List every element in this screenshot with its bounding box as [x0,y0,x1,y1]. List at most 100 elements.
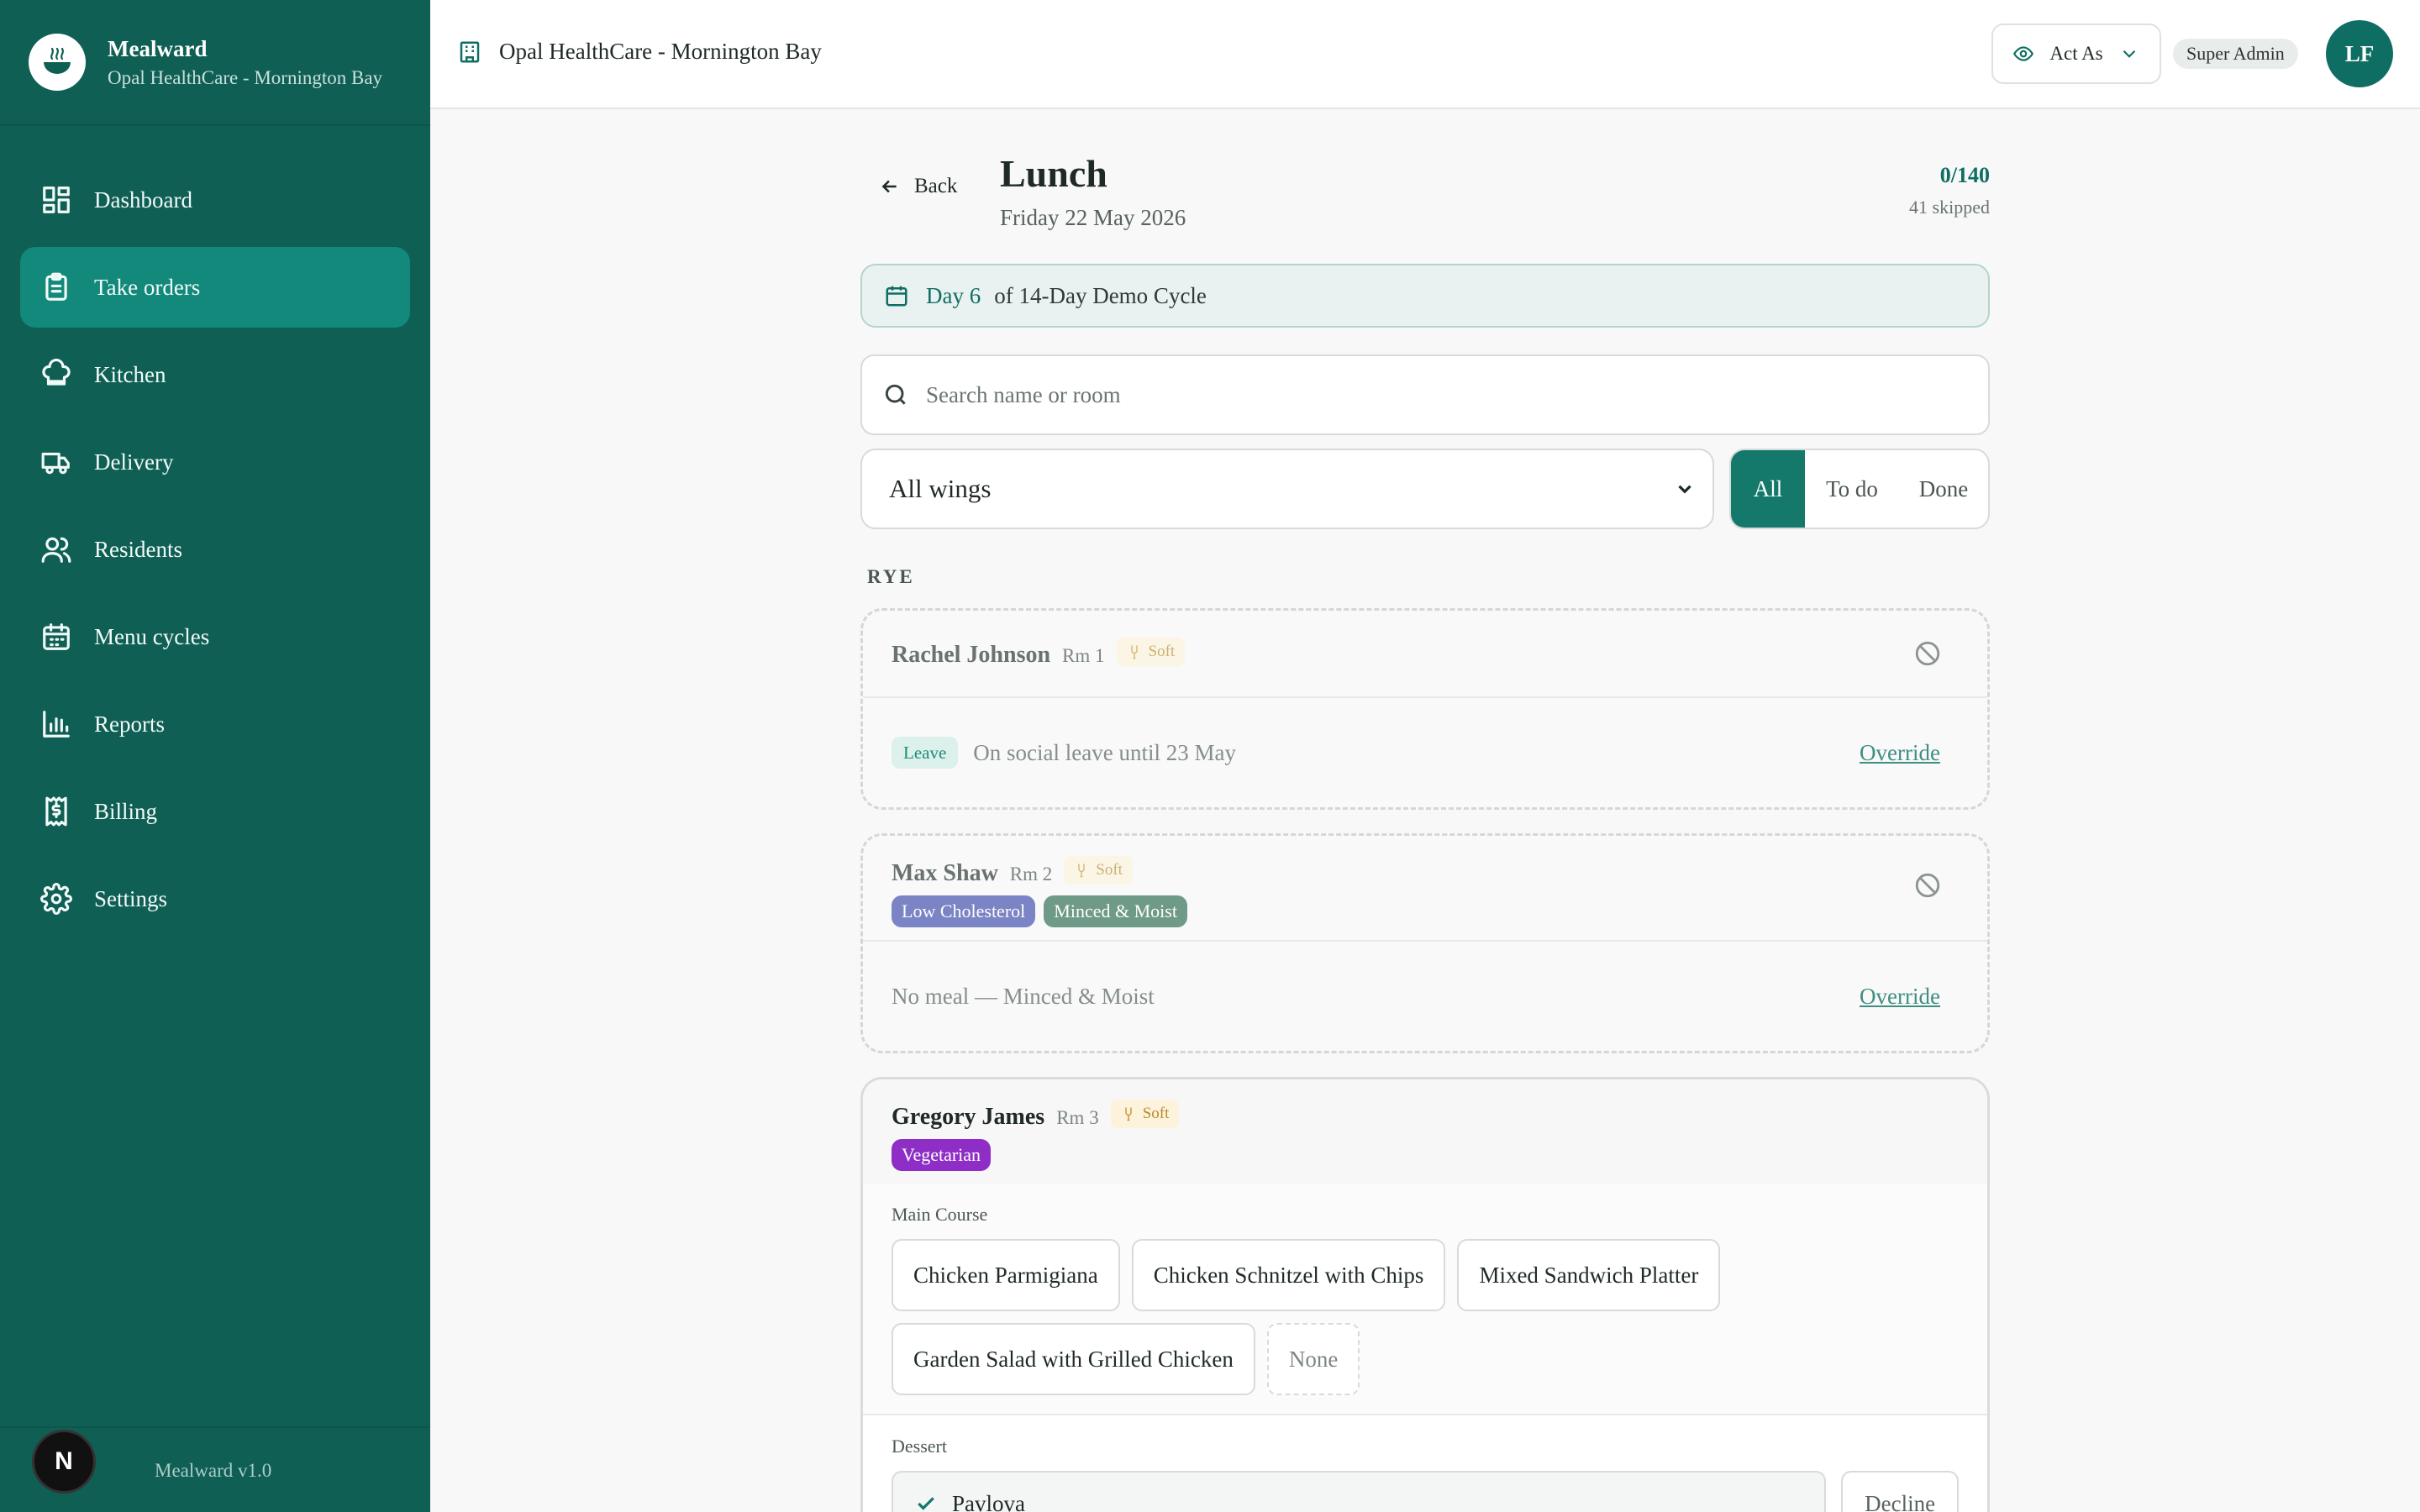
texture-badge: Soft [1116,638,1186,666]
meal-option[interactable]: Garden Salad with Grilled Chicken [892,1323,1255,1395]
dev-badge[interactable]: N [32,1430,96,1494]
building-icon [460,41,480,62]
sidebar-item-residents[interactable]: Residents [20,509,410,590]
diet-tags: Vegetarian [892,1139,1959,1171]
resident-status: No meal — Minced & Moist Override [863,940,1987,1051]
wing-select-value: All wings [889,474,992,503]
dessert-option-selected[interactable]: Pavlova [892,1471,1827,1512]
sidebar-item-settings[interactable]: Settings [20,858,410,939]
bar-chart-icon [43,711,70,738]
resident-name: Rachel Johnson [892,642,1051,668]
calendar-icon [886,286,908,307]
ban-icon [1915,873,1940,898]
eye-icon [2013,46,2034,61]
resident-card: Gregory James Rm 3 Soft Vegetarian Main Co… [860,1077,1990,1512]
filter-done[interactable]: Done [1899,450,1988,528]
sidebar-item-label: Billing [94,798,158,824]
resident-card: Max Shaw Rm 2 Soft Low Cholesterol Minced … [860,833,1990,1053]
sidebar-item-take-orders[interactable]: Take orders [20,247,410,328]
decline-button[interactable]: Decline [1841,1471,1959,1512]
utensils-icon [1078,864,1086,878]
chevron-down-icon [2123,50,2135,58]
sidebar-item-label: Menu cycles [94,623,210,649]
truck-icon [41,452,70,475]
status-line: Leave On social leave until 23 May [892,737,1236,769]
users-icon [41,537,71,563]
sidebar-item-label: Dashboard [94,186,192,213]
resident-room: Rm 1 [1062,645,1105,666]
brand-facility: Opal HealthCare - Mornington Bay [108,66,383,88]
role-badge: Super Admin [2173,39,2298,69]
dessert-label: Pavlova [952,1490,1025,1512]
sidebar-item-label: Delivery [94,449,174,475]
search-box [860,354,1990,435]
utensils-icon [1130,645,1138,659]
sidebar-footer: N Mealward v1.0 [0,1426,430,1512]
filter-all[interactable]: All [1731,450,1805,528]
skip-meal-button[interactable] [1913,639,1942,668]
sidebar-item-dashboard[interactable]: Dashboard [20,160,410,240]
status-segmented-control: All To do Done [1729,449,1990,529]
resident-room: Rm 3 [1056,1107,1099,1128]
cycle-name: of 14-Day Demo Cycle [994,282,1207,308]
skip-meal-button[interactable] [1913,871,1942,900]
sidebar-item-reports[interactable]: Reports [20,684,410,764]
main-course-options: Chicken Parmigiana Chicken Schnitzel wit… [863,1226,1987,1414]
filters-row: All wings All To do Done [860,449,1990,531]
sidebar-item-delivery[interactable]: Delivery [20,422,410,502]
search-input[interactable] [926,381,1850,408]
filter-to-do[interactable]: To do [1805,450,1899,528]
sidebar-item-billing[interactable]: Billing [20,771,410,852]
back-button[interactable]: Back [879,175,957,198]
sidebar-item-kitchen[interactable]: Kitchen [20,334,410,415]
sidebar-item-label: Residents [94,536,182,562]
meal-option[interactable]: Mixed Sandwich Platter [1457,1239,1721,1311]
receipt-icon [45,796,67,827]
utensils-icon [1124,1107,1132,1121]
override-link[interactable]: Override [1860,740,1940,766]
texture-label: Soft [1142,1105,1170,1122]
facility-breadcrumb: Opal HealthCare - Mornington Bay [457,39,822,65]
app-version: Mealward v1.0 [155,1460,272,1481]
meal-option[interactable]: Chicken Parmigiana [892,1239,1120,1311]
arrow-left-icon [881,180,897,193]
back-label: Back [914,175,958,197]
facility-name: Opal HealthCare - Mornington Bay [499,39,822,64]
check-icon [918,1497,934,1510]
meal-option-none[interactable]: None [1266,1323,1360,1395]
resident-header: Gregory James Rm 3 Soft Vegetarian [863,1079,1987,1184]
gear-icon [40,883,72,915]
texture-label: Soft [1148,643,1176,660]
resident-room: Rm 2 [1009,864,1053,885]
texture-badge: Soft [1064,856,1133,885]
wing-select[interactable]: All wings [860,449,1714,529]
calendar-icon [43,623,70,650]
override-link[interactable]: Override [1860,984,1940,1010]
avatar[interactable]: LF [2326,20,2393,87]
search-icon [885,384,906,405]
resident-name: Max Shaw [892,860,998,886]
section-label: Main Course [892,1204,988,1225]
chevron-down-icon [1678,485,1691,494]
cycle-day: Day 6 [926,282,981,308]
diet-tag: Vegetarian [892,1139,992,1171]
sidebar-nav: Dashboard Take orders Kitchen Delivery R… [0,126,430,939]
resident-header: Rachel Johnson Rm 1 Soft [863,611,1987,696]
dessert-section: Dessert Pavlova Decline [863,1415,1987,1512]
dessert-options: Pavlova Decline [863,1457,1987,1512]
texture-label: Soft [1096,861,1123,879]
act-as-button[interactable]: Act As [1991,24,2161,84]
sidebar-item-menu-cycles[interactable]: Menu cycles [20,596,410,677]
meal-option[interactable]: Chicken Schnitzel with Chips [1131,1239,1446,1311]
clipboard-icon [45,272,67,301]
diet-tags: Low Cholesterol Minced & Moist [892,895,1959,927]
diet-tag: Low Cholesterol [892,895,1036,927]
main-content: Back Lunch Friday 22 May 2026 0/140 41 s… [860,109,1990,1512]
resident-status: Leave On social leave until 23 May Overr… [863,696,1987,807]
sidebar-item-label: Reports [94,711,165,737]
skipped-count: 41 skipped [1909,197,1990,218]
page-date: Friday 22 May 2026 [1000,205,1186,230]
resident-name: Gregory James [892,1104,1045,1130]
status-text: On social leave until 23 May [973,739,1236,765]
sidebar-item-label: Settings [94,885,168,911]
